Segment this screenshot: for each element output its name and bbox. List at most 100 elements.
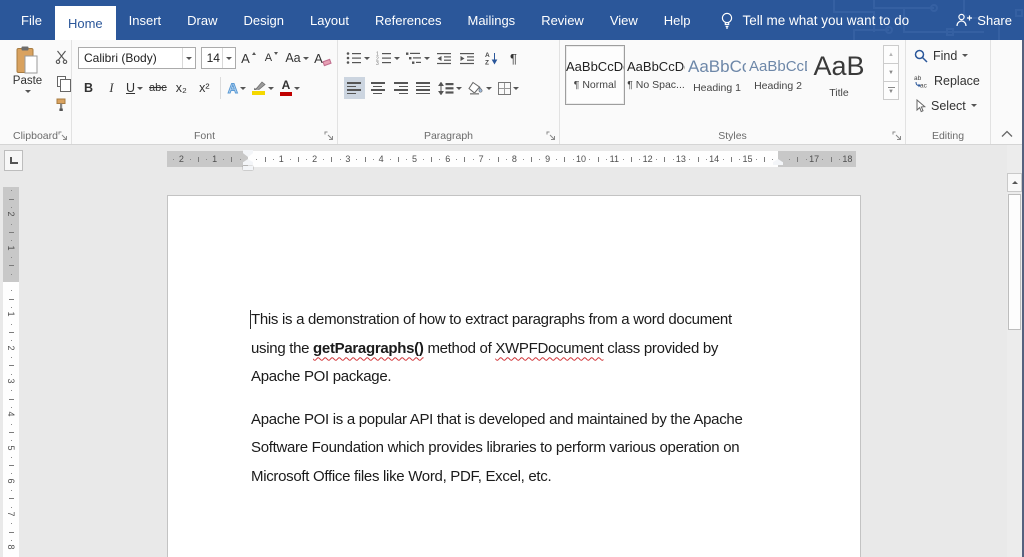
tab-review[interactable]: Review [528,0,597,40]
style-card-no-spac[interactable]: AaBbCcDd ¶ No Spac... [626,45,686,105]
clipboard-dialog-launcher[interactable] [58,131,68,141]
share-button[interactable]: Share [956,0,1012,40]
subscript-button[interactable]: x₂ [171,77,192,99]
find-button[interactable]: Find [914,46,990,65]
ruler-mark [8,465,14,467]
borders-button[interactable] [496,77,521,99]
font-name-select[interactable]: Calibri (Body) [78,47,196,69]
tab-help[interactable]: Help [651,0,704,40]
show-formatting-button[interactable]: ¶ [503,47,524,69]
select-button[interactable]: Select [914,96,990,115]
styles-more-button[interactable]: ▼ [883,81,899,100]
tab-file[interactable]: File [8,0,55,40]
numbering-caret [394,56,400,60]
borders-icon [498,81,511,95]
line-spacing-icon [438,81,454,95]
left-indent-marker[interactable] [243,165,253,170]
align-left-icon [347,82,362,94]
text-run: method of [423,339,496,357]
underline-button[interactable]: U [124,77,145,99]
tab-layout[interactable]: Layout [297,0,362,40]
highlighter-icon [252,81,266,95]
document-text[interactable]: This is a demonstration of how to extrac… [251,306,743,505]
copy-button[interactable] [51,72,71,92]
style-name: Title [829,87,849,99]
font-size-select[interactable]: 14 [200,47,236,69]
format-painter-button[interactable] [51,96,71,114]
svg-text:ac: ac [920,82,928,88]
ruler-mark: 1 [6,245,16,251]
styles-dialog-launcher[interactable] [892,131,902,141]
numbering-button[interactable]: 123 [374,47,402,69]
tab-mailings[interactable]: Mailings [455,0,529,40]
document-page[interactable]: This is a demonstration of how to extrac… [167,195,861,557]
paste-button[interactable]: Paste [6,46,49,128]
tab-view[interactable]: View [597,0,651,40]
increase-indent-button[interactable] [457,47,478,69]
tab-selector[interactable] [4,150,23,171]
cut-button[interactable] [51,48,71,66]
styles-scroll-down-button[interactable]: ▼ [883,63,899,82]
style-card-heading-1[interactable]: AaBbCc Heading 1 [687,45,747,105]
paragraph-2: Apache POI is a popular API that is deve… [251,406,743,492]
sort-button[interactable]: AZ [480,47,501,69]
borders-caret [513,86,519,90]
styles-scroll-up-button[interactable]: ▲ [883,45,899,64]
eraser-icon [322,58,332,66]
tab-draw[interactable]: Draw [174,0,230,40]
vertical-ruler[interactable]: 2 1 1 2 3 4 5 6 7 8 [3,187,19,557]
font-dialog-launcher[interactable] [324,131,334,141]
paragraph-group-label: Paragraph [423,130,474,142]
font-size-caret [221,48,235,68]
align-right-button[interactable] [390,77,411,99]
shrink-font-button[interactable]: A [261,47,282,69]
ruler-mark [10,273,12,275]
paragraph-dialog-launcher[interactable] [546,131,556,141]
justify-button[interactable] [413,77,434,99]
tab-insert[interactable]: Insert [116,0,175,40]
format-painter-icon [56,98,66,111]
style-card-heading-2[interactable]: AaBbCcD Heading 2 [748,45,808,105]
change-case-button[interactable]: Aa [284,47,310,69]
ruler-mark [839,158,841,160]
style-name: Heading 2 [754,80,802,92]
bullets-button[interactable] [344,47,372,69]
ruler-mark [397,156,399,162]
tell-me-box[interactable]: Tell me what you want to do [720,0,909,40]
tab-design[interactable]: Design [231,0,297,40]
text-effects-button[interactable]: A [226,77,248,99]
vertical-scrollbar[interactable] [1007,145,1022,557]
style-card-title[interactable]: AaB Title [809,45,869,105]
styles-group-label: Styles [718,130,747,142]
tab-references[interactable]: References [362,0,454,40]
clear-formatting-button[interactable]: A [312,47,333,69]
collapse-ribbon-button[interactable] [1000,130,1014,138]
scrollbar-thumb[interactable] [1008,194,1021,330]
font-color-button[interactable]: A [278,77,302,99]
multilevel-list-button[interactable] [404,47,432,69]
align-center-button[interactable] [367,77,388,99]
highlight-color-button[interactable] [250,77,276,99]
replace-button[interactable]: ab ac Replace [914,71,990,90]
align-left-button[interactable] [344,77,365,99]
line-spacing-button[interactable] [436,77,464,99]
align-center-icon [370,82,385,94]
ruler-mark [597,156,599,162]
grow-font-button[interactable]: A [238,47,259,69]
superscript-button[interactable]: x² [194,77,215,99]
italic-button[interactable]: I [101,77,122,99]
tab-home[interactable]: Home [54,6,116,40]
bold-button[interactable]: B [78,77,99,99]
ruler-mark [689,158,691,160]
ruler-mark [422,158,424,160]
ruler-mark: 2 [6,211,16,217]
strikethrough-button[interactable]: abc [147,77,169,99]
paste-dropdown-caret [24,90,31,93]
ruler-mark [364,156,366,162]
shading-button[interactable] [466,77,494,99]
decrease-indent-button[interactable] [434,47,455,69]
horizontal-ruler[interactable]: 2 1 1 2 3 4 5 6 7 8 9 10 11 12 13 14 15 17 18 [167,150,856,170]
scroll-up-button[interactable] [1007,173,1022,192]
ruler-mark [705,158,707,160]
style-card-normal[interactable]: AaBbCcDd ¶ Normal [565,45,625,105]
